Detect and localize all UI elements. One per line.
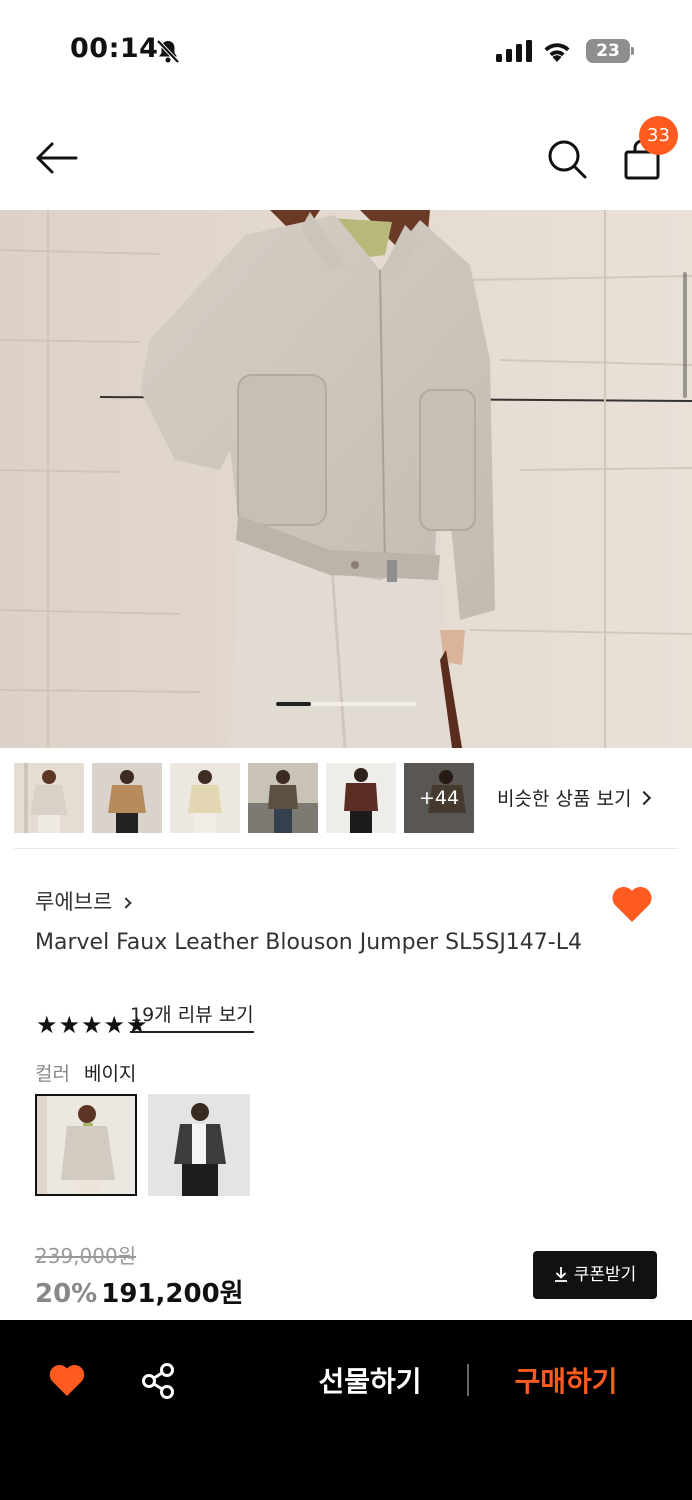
thumbnail-3[interactable] [170, 763, 240, 833]
product-image-carousel[interactable] [0, 210, 692, 748]
download-icon [554, 1267, 567, 1282]
arrow-left-icon[interactable] [32, 136, 80, 180]
color-swatch-beige[interactable] [35, 1094, 137, 1196]
status-time: 00:14 [70, 33, 159, 64]
buy-button[interactable]: 구매하기 [496, 1360, 636, 1400]
cart-count-badge: 33 [639, 116, 678, 155]
battery-level: 23 [596, 41, 620, 61]
thumbnail-5[interactable] [326, 763, 396, 833]
brand-link[interactable]: 루에브르 [35, 886, 132, 916]
chevron-right-icon [120, 897, 132, 909]
color-value: 베이지 [83, 1063, 137, 1085]
share-icon[interactable] [140, 1362, 176, 1400]
wishlist-heart-icon[interactable] [610, 884, 654, 924]
status-bar: 00:14 23 [0, 0, 692, 100]
brand-name: 루에브르 [35, 890, 113, 914]
battery-icon: 23 [586, 39, 634, 63]
gift-button[interactable]: 선물하기 [300, 1360, 440, 1400]
heart-icon[interactable] [48, 1362, 86, 1398]
top-nav [0, 110, 692, 206]
color-row: 컬러 베이지 [35, 1059, 136, 1086]
coupon-button[interactable]: 쿠폰받기 [533, 1251, 657, 1299]
product-main-photo [0, 210, 692, 748]
thumbnail-strip: +44 [14, 763, 484, 833]
similar-products-link[interactable]: 비슷한 상품 보기 [497, 784, 652, 811]
coupon-label: 쿠폰받기 [573, 1265, 637, 1285]
cellular-signal-icon [496, 40, 532, 62]
more-photos-count: +44 [404, 763, 474, 833]
bell-off-icon [156, 39, 180, 64]
thumbnail-1[interactable] [14, 763, 84, 833]
carousel-page-indicator [276, 702, 416, 706]
button-separator [467, 1364, 469, 1396]
thumbnail-more[interactable]: +44 [404, 763, 474, 833]
chevron-right-icon [637, 790, 652, 806]
carousel-page-indicator-fill [276, 702, 311, 706]
thumbnail-4[interactable] [248, 763, 318, 833]
product-title: Marvel Faux Leather Blouson Jumper SL5SJ… [35, 930, 582, 955]
similar-products-label: 비슷한 상품 보기 [497, 788, 632, 810]
review-link[interactable]: 19개 리뷰 보기 [130, 1000, 254, 1033]
divider [14, 848, 678, 849]
original-price: 239,000원 [35, 1244, 137, 1268]
price-row: 20% 191,200원 [35, 1273, 244, 1310]
color-label: 컬러 [35, 1063, 70, 1085]
hero-scrollbar [683, 272, 687, 398]
sale-price: 191,200원 [101, 1279, 244, 1309]
bottom-action-bar: 선물하기 구매하기 [0, 1320, 692, 1500]
search-icon[interactable] [544, 136, 590, 182]
wifi-icon [544, 43, 570, 62]
thumbnail-2[interactable] [92, 763, 162, 833]
discount-rate: 20% [35, 1279, 98, 1309]
color-swatch-black[interactable] [148, 1094, 250, 1196]
